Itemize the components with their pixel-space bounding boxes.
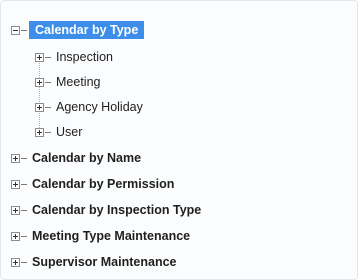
tree-connector: [21, 29, 27, 31]
tree-node-calendar-by-name[interactable]: Calendar by Name: [11, 149, 141, 167]
tree-node-label: Meeting: [56, 75, 101, 89]
tree-node-label: User: [56, 125, 83, 139]
tree-node-calendar-by-permission[interactable]: Calendar by Permission: [11, 175, 174, 193]
expand-toggle-icon[interactable]: [35, 102, 44, 112]
expand-toggle-icon[interactable]: [11, 257, 20, 267]
tree-connector: [45, 131, 51, 133]
tree-node-calendar-by-inspection-type[interactable]: Calendar by Inspection Type: [11, 201, 201, 219]
expand-toggle-icon[interactable]: [35, 52, 44, 62]
collapse-toggle-icon[interactable]: [11, 25, 20, 35]
tree-connector: [21, 209, 27, 211]
tree-connector: [21, 235, 27, 237]
tree-connector: [45, 81, 51, 83]
expand-toggle-icon[interactable]: [11, 179, 20, 189]
tree-node-label: Supervisor Maintenance: [32, 255, 177, 269]
expand-toggle-icon[interactable]: [35, 127, 44, 137]
tree-connector: [45, 106, 51, 108]
tree-node-label: Calendar by Permission: [32, 177, 175, 191]
expand-toggle-icon[interactable]: [35, 77, 44, 87]
tree-node-user[interactable]: User: [35, 123, 82, 141]
expand-toggle-icon[interactable]: [11, 153, 20, 163]
tree-node-meeting[interactable]: Meeting: [35, 73, 100, 91]
tree-node-label: Inspection: [56, 50, 113, 64]
tree-node-supervisor-maintenance[interactable]: Supervisor Maintenance: [11, 253, 177, 271]
tree-node-agency-holiday[interactable]: Agency Holiday: [35, 98, 143, 116]
tree-node-label: Calendar by Type: [29, 21, 145, 39]
tree-connector: [21, 183, 27, 185]
tree-node-calendar-by-type[interactable]: Calendar by Type: [11, 21, 145, 39]
tree-node-label: Agency Holiday: [56, 100, 143, 114]
calendar-tree: Calendar by Type Inspection Meeting Agen…: [0, 0, 358, 280]
tree-connector: [45, 56, 51, 58]
tree-node-meeting-type-maintenance[interactable]: Meeting Type Maintenance: [11, 227, 190, 245]
tree-node-label: Meeting Type Maintenance: [32, 229, 191, 243]
expand-toggle-icon[interactable]: [11, 205, 20, 215]
tree-node-label: Calendar by Name: [32, 151, 142, 165]
tree-connector: [21, 157, 27, 159]
tree-node-label: Calendar by Inspection Type: [32, 203, 202, 217]
expand-toggle-icon[interactable]: [11, 231, 20, 241]
tree-connector: [21, 261, 27, 263]
tree-guide-line: [39, 60, 40, 132]
tree-node-inspection[interactable]: Inspection: [35, 48, 113, 66]
